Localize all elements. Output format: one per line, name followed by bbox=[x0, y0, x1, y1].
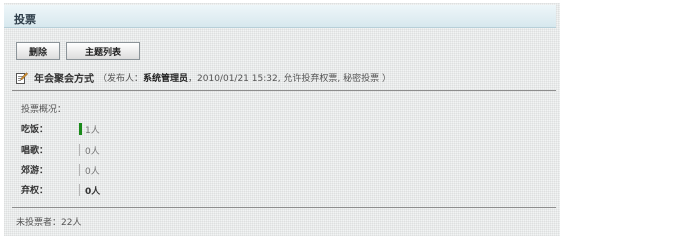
edit-icon bbox=[16, 71, 29, 84]
option-bar bbox=[79, 184, 80, 196]
option-count: 0人 bbox=[85, 167, 100, 177]
option-label: 弃权： bbox=[21, 186, 49, 196]
vote-panel bbox=[4, 3, 560, 236]
option-bar bbox=[79, 164, 80, 176]
panel-header bbox=[4, 5, 556, 28]
topic-meta-open: （发布人： bbox=[98, 74, 144, 84]
page-title: 投票 bbox=[14, 13, 36, 26]
option-bar bbox=[79, 144, 80, 156]
option-count: 0人 bbox=[85, 147, 100, 157]
option-count: 0人 bbox=[85, 187, 101, 197]
not-voted-count: 未投票者：22人 bbox=[16, 218, 82, 228]
divider bbox=[12, 207, 556, 208]
topic-list-button[interactable]: 主题列表 bbox=[66, 42, 140, 60]
option-label: 吃饭： bbox=[21, 125, 49, 135]
votes-heading: 投票概况： bbox=[21, 105, 67, 115]
divider bbox=[12, 90, 556, 91]
delete-button[interactable]: 删除 bbox=[16, 42, 60, 60]
option-label: 唱歌： bbox=[21, 146, 49, 156]
publisher-name: 系统管理员 bbox=[143, 74, 189, 84]
option-count: 1人 bbox=[85, 126, 100, 136]
topic-title: 年会聚会方式 bbox=[34, 74, 94, 85]
topic-meta: ，2010/01/21 15:32, 允许投弃权票, 秘密投票 ） bbox=[188, 74, 392, 84]
topic-info: 年会聚会方式 （发布人： 系统管理员 ，2010/01/21 15:32, 允许… bbox=[16, 70, 391, 85]
option-label: 郊游： bbox=[21, 166, 49, 176]
option-bar bbox=[79, 123, 82, 135]
